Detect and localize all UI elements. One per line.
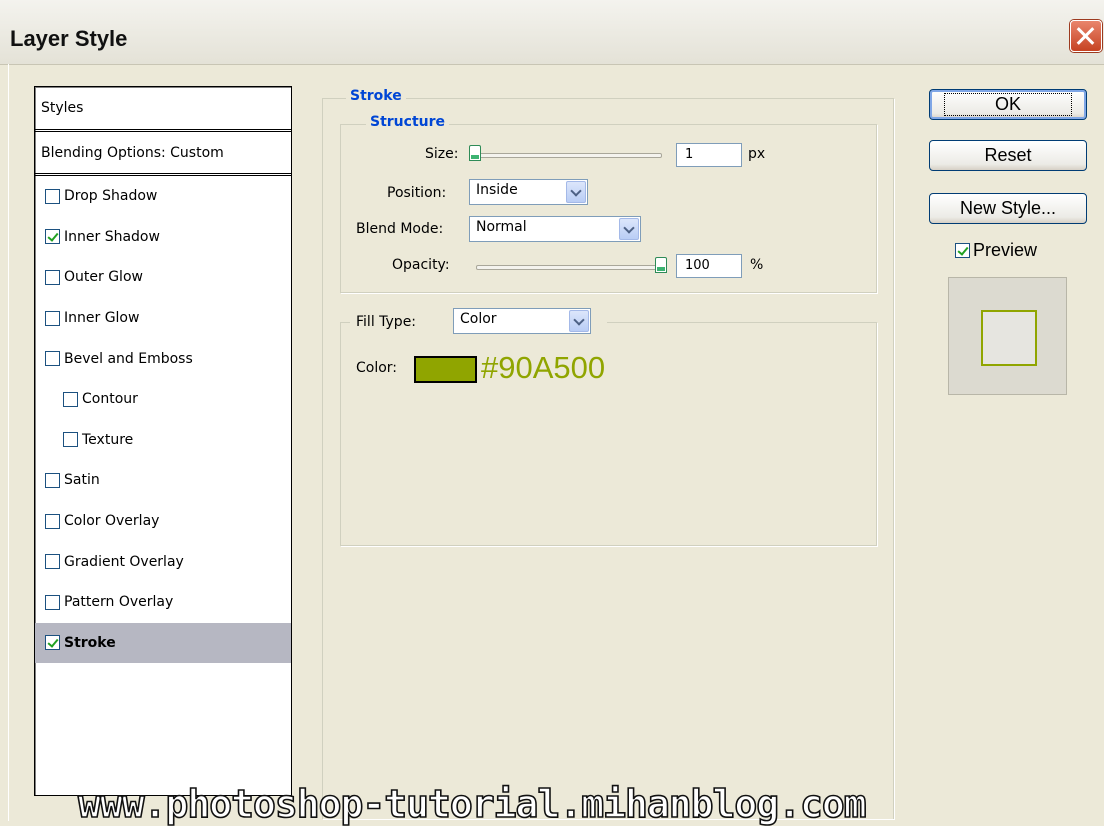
preview-checkbox[interactable] (955, 243, 970, 258)
gradient-overlay-checkbox[interactable] (45, 554, 60, 570)
opacity-label: Opacity: (392, 257, 450, 273)
blend-mode-label: Blend Mode: (356, 221, 444, 237)
style-item-label: Drop Shadow (64, 188, 158, 205)
style-item-satin[interactable]: Satin (35, 460, 291, 501)
ok-label: OK (943, 93, 1072, 116)
satin-checkbox[interactable] (45, 472, 60, 488)
pattern-overlay-checkbox[interactable] (45, 594, 60, 610)
opacity-slider-thumb[interactable] (655, 257, 667, 273)
blend-mode-select[interactable]: Normal (469, 216, 641, 242)
style-item-drop-shadow[interactable]: Drop Shadow (35, 176, 291, 217)
opacity-slider[interactable] (476, 265, 662, 270)
style-preview (948, 277, 1067, 395)
structure-group-title: Structure (366, 114, 450, 130)
color-label: Color: (356, 360, 398, 376)
ok-button[interactable]: OK (929, 89, 1087, 120)
blending-options-item[interactable]: Blending Options: Custom (35, 132, 291, 176)
style-item-label: Inner Glow (64, 310, 140, 327)
position-select[interactable]: Inside (469, 179, 588, 205)
outer-glow-checkbox[interactable] (45, 269, 60, 285)
texture-checkbox[interactable] (63, 432, 78, 448)
style-item-pattern-overlay[interactable]: Pattern Overlay (35, 582, 291, 623)
inner-shadow-checkbox[interactable] (45, 229, 60, 245)
stroke-checkbox[interactable] (45, 635, 60, 651)
close-icon[interactable] (1070, 20, 1102, 52)
style-item-texture[interactable]: Texture (35, 420, 291, 461)
position-label: Position: (387, 185, 447, 201)
size-input[interactable]: 1 (676, 143, 742, 167)
new-style-label: New Style... (959, 198, 1057, 218)
preview-swatch (981, 310, 1037, 366)
color-overlay-checkbox[interactable] (45, 513, 60, 529)
preview-toggle[interactable]: Preview (955, 240, 1037, 261)
style-item-inner-glow[interactable]: Inner Glow (35, 298, 291, 339)
size-slider-thumb[interactable] (469, 145, 481, 161)
stroke-group-title: Stroke (346, 88, 406, 104)
fill-type-header: Fill Type: Color (350, 307, 607, 337)
style-item-label: Pattern Overlay (64, 594, 174, 611)
fill-type-value: Color (460, 311, 497, 327)
style-item-contour[interactable]: Contour (35, 379, 291, 420)
opacity-input[interactable]: 100 (676, 254, 742, 278)
bevel-emboss-checkbox[interactable] (45, 351, 60, 367)
style-item-label: Gradient Overlay (64, 553, 184, 570)
style-item-inner-shadow[interactable]: Inner Shadow (35, 217, 291, 258)
opacity-unit: % (750, 257, 764, 273)
reset-button[interactable]: Reset (929, 140, 1087, 171)
color-swatch[interactable] (414, 356, 477, 383)
style-item-label: Color Overlay (64, 513, 160, 530)
chevron-down-icon[interactable] (566, 181, 586, 203)
chevron-down-icon[interactable] (569, 310, 589, 332)
size-slider[interactable] (476, 153, 662, 158)
style-item-label: Inner Shadow (64, 228, 160, 245)
size-label: Size: (425, 146, 459, 162)
fill-type-select[interactable]: Color (453, 308, 591, 334)
style-item-color-overlay[interactable]: Color Overlay (35, 501, 291, 542)
watermark-text: www.photoshop-tutorial.mihanblog.com (77, 781, 867, 826)
style-item-stroke[interactable]: Stroke (35, 622, 291, 664)
style-item-label: Stroke (64, 634, 116, 651)
drop-shadow-checkbox[interactable] (45, 188, 60, 204)
chevron-down-icon[interactable] (619, 218, 639, 240)
style-item-outer-glow[interactable]: Outer Glow (35, 257, 291, 298)
blend-mode-value: Normal (476, 219, 527, 235)
style-item-label: Texture (82, 431, 134, 448)
styles-list: Styles Blending Options: Custom Drop Sha… (34, 86, 292, 796)
inner-glow-checkbox[interactable] (45, 310, 60, 326)
style-item-label: Bevel and Emboss (64, 350, 193, 367)
new-style-button[interactable]: New Style... (929, 193, 1087, 224)
style-item-label: Outer Glow (64, 269, 143, 286)
size-unit: px (748, 146, 766, 162)
styles-header[interactable]: Styles (35, 87, 291, 132)
window-title: Layer Style (10, 26, 128, 51)
title-bar: Layer Style (0, 0, 1104, 65)
position-value: Inside (476, 182, 518, 198)
preview-label: Preview (973, 240, 1038, 260)
style-item-label: Contour (82, 391, 138, 408)
contour-checkbox[interactable] (63, 391, 78, 407)
style-item-gradient-overlay[interactable]: Gradient Overlay (35, 541, 291, 582)
color-hex-annotation: #90A500 (481, 350, 606, 385)
fill-type-label: Fill Type: (356, 314, 417, 330)
style-item-bevel-emboss[interactable]: Bevel and Emboss (35, 338, 291, 379)
reset-label: Reset (984, 145, 1032, 165)
style-item-label: Satin (64, 472, 100, 489)
